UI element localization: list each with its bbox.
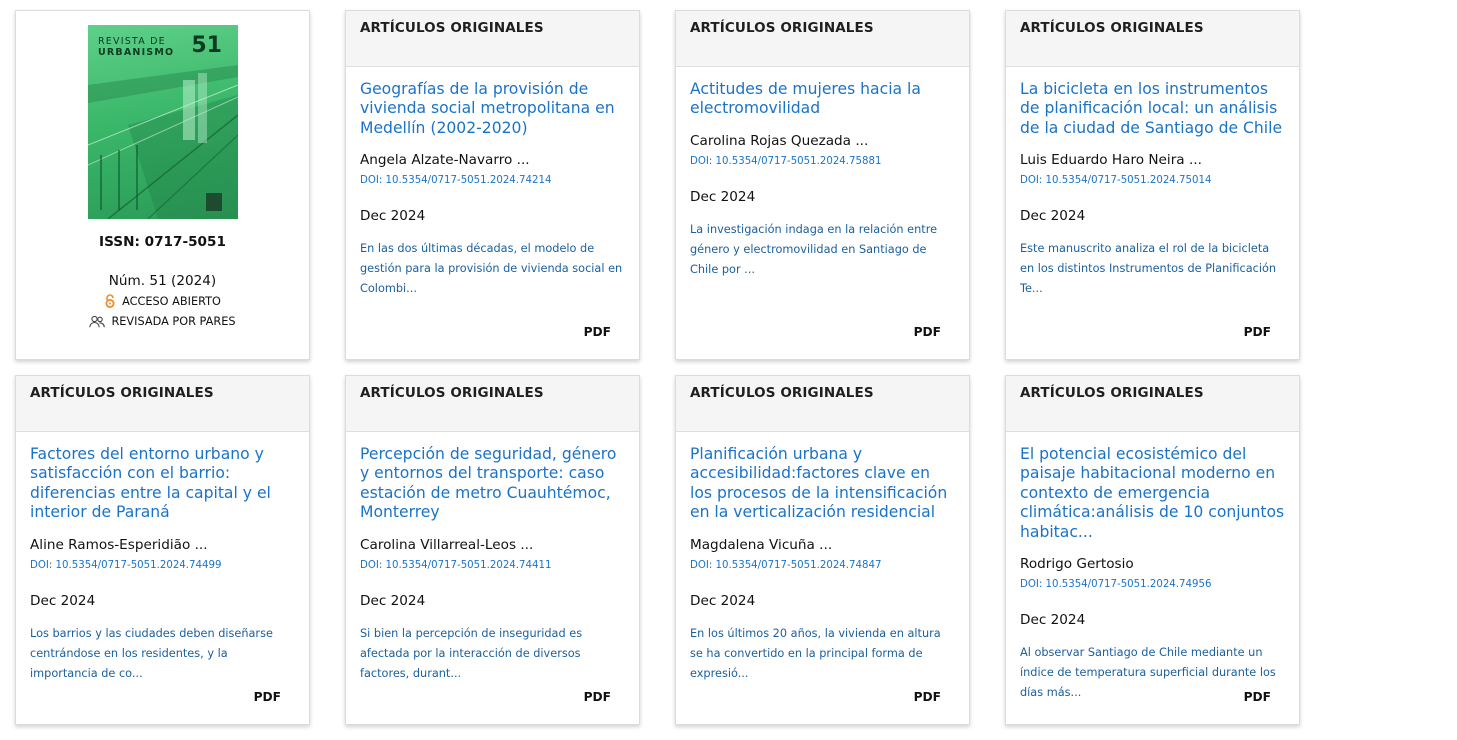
pdf-button[interactable]: PDF <box>584 325 611 339</box>
section-heading: ARTÍCULOS ORIGINALES <box>1006 376 1299 432</box>
article-date: Dec 2024 <box>1020 208 1086 225</box>
section-heading: ARTÍCULOS ORIGINALES <box>346 376 639 432</box>
peer-reviewed-label: REVISADA POR PARES <box>111 315 236 328</box>
section-heading: ARTÍCULOS ORIGINALES <box>1006 11 1299 67</box>
article-title-link[interactable]: Percepción de seguridad, género y entorn… <box>360 445 625 523</box>
article-authors: Aline Ramos-Esperidião ... <box>30 536 208 553</box>
cover-title: REVISTA DE URBANISMO <box>98 36 174 58</box>
article-card: ARTÍCULOS ORIGINALES Percepción de segur… <box>345 375 640 725</box>
article-card: ARTÍCULOS ORIGINALES Geografías de la pr… <box>345 10 640 360</box>
section-heading: ARTÍCULOS ORIGINALES <box>16 376 309 432</box>
people-icon <box>89 315 106 328</box>
article-abstract: En las dos últimas décadas, el modelo de… <box>360 242 623 296</box>
section-heading: ARTÍCULOS ORIGINALES <box>676 11 969 67</box>
article-card: ARTÍCULOS ORIGINALES La bicicleta en los… <box>1005 10 1300 360</box>
journal-card: REVISTA DE URBANISMO 51 ISSN: 0717-5051 … <box>15 10 310 360</box>
pdf-button[interactable]: PDF <box>914 690 941 704</box>
article-title-link[interactable]: Geografías de la provisión de vivienda s… <box>360 80 625 138</box>
cover-title-line2: URBANISMO <box>98 47 175 58</box>
article-authors: Angela Alzate-Navarro ... <box>360 152 530 169</box>
article-doi-link[interactable]: DOI: 10.5354/0717-5051.2024.74214 <box>360 175 625 186</box>
article-authors: Magdalena Vicuña ... <box>690 536 833 553</box>
cover-title-line1: REVISTA DE <box>98 36 166 47</box>
article-doi-link[interactable]: DOI: 10.5354/0717-5051.2024.74847 <box>690 560 955 571</box>
open-access-badge: ACCESO ABIERTO <box>16 294 309 308</box>
article-date: Dec 2024 <box>360 208 426 225</box>
article-title-link[interactable]: Factores del entorno urbano y satisfacci… <box>30 445 295 523</box>
article-date: Dec 2024 <box>690 592 756 609</box>
pdf-button[interactable]: PDF <box>1244 325 1271 339</box>
article-doi-link[interactable]: DOI: 10.5354/0717-5051.2024.74956 <box>1020 579 1285 590</box>
article-card: ARTÍCULOS ORIGINALES Factores del entorn… <box>15 375 310 725</box>
article-date: Dec 2024 <box>1020 612 1086 629</box>
pdf-button[interactable]: PDF <box>584 690 611 704</box>
article-date: Dec 2024 <box>30 592 96 609</box>
article-abstract: Este manuscrito analiza el rol de la bic… <box>1020 242 1277 296</box>
pdf-button[interactable]: PDF <box>254 690 281 704</box>
article-date: Dec 2024 <box>360 592 426 609</box>
article-doi-link[interactable]: DOI: 10.5354/0717-5051.2024.74411 <box>360 560 625 571</box>
article-authors: Rodrigo Gertosio <box>1020 556 1134 573</box>
article-title-link[interactable]: Actitudes de mujeres hacia la electromov… <box>690 80 955 119</box>
pdf-button[interactable]: PDF <box>1244 690 1271 704</box>
section-heading: ARTÍCULOS ORIGINALES <box>346 11 639 67</box>
article-doi-link[interactable]: DOI: 10.5354/0717-5051.2024.75881 <box>690 156 955 167</box>
article-abstract: La investigación indaga en la relación e… <box>690 222 938 276</box>
article-authors: Luis Eduardo Haro Neira ... <box>1020 152 1202 169</box>
article-abstract: Si bien la percepción de inseguridad es … <box>360 626 583 680</box>
article-date: Dec 2024 <box>690 188 756 205</box>
article-title-link[interactable]: Planificación urbana y accesibilidad:fac… <box>690 445 955 523</box>
article-authors: Carolina Villarreal-Leos ... <box>360 536 534 553</box>
pdf-button[interactable]: PDF <box>914 325 941 339</box>
article-abstract: En los últimos 20 años, la vivienda en a… <box>690 626 941 680</box>
peer-reviewed-badge: REVISADA POR PARES <box>16 315 309 328</box>
article-authors: Carolina Rojas Quezada ... <box>690 132 869 149</box>
article-doi-link[interactable]: DOI: 10.5354/0717-5051.2024.75014 <box>1020 175 1285 186</box>
article-card: ARTÍCULOS ORIGINALES Actitudes de mujere… <box>675 10 970 360</box>
journal-issn: ISSN: 0717-5051 <box>99 234 226 250</box>
article-abstract: Los barrios y las ciudades deben diseñar… <box>30 626 273 680</box>
journal-issue[interactable]: Núm. 51 (2024) <box>16 273 309 289</box>
article-card: ARTÍCULOS ORIGINALES Planificación urban… <box>675 375 970 725</box>
journal-cover-image[interactable]: REVISTA DE URBANISMO 51 <box>88 25 238 219</box>
open-access-label: ACCESO ABIERTO <box>122 295 221 308</box>
article-doi-link[interactable]: DOI: 10.5354/0717-5051.2024.74499 <box>30 560 295 571</box>
section-heading: ARTÍCULOS ORIGINALES <box>676 376 969 432</box>
article-title-link[interactable]: El potencial ecosistémico del paisaje ha… <box>1020 445 1285 542</box>
cover-number: 51 <box>191 33 222 58</box>
article-card: ARTÍCULOS ORIGINALES El potencial ecosis… <box>1005 375 1300 725</box>
article-title-link[interactable]: La bicicleta en los instrumentos de plan… <box>1020 80 1285 138</box>
open-lock-icon <box>105 294 115 308</box>
